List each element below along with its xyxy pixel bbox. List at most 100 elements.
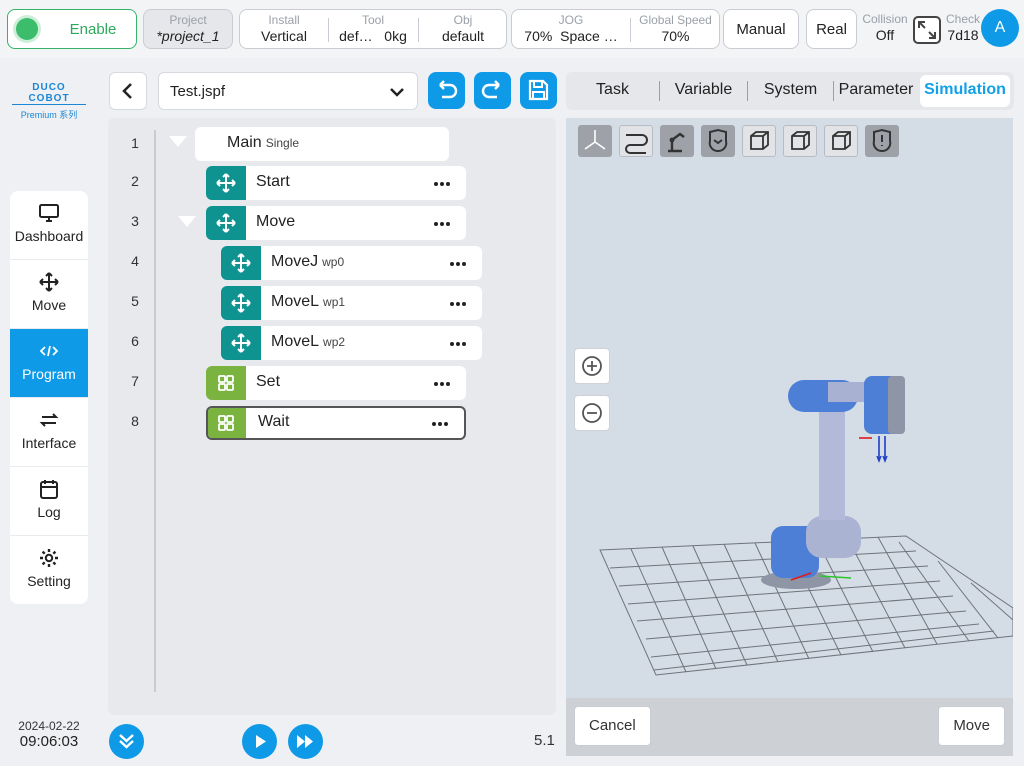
power-status-icon: [16, 18, 38, 40]
brand-name: DUCO COBOT: [12, 82, 86, 105]
move-arrows-icon: [206, 206, 246, 240]
node-start[interactable]: Start: [206, 166, 466, 200]
user-avatar[interactable]: A: [981, 9, 1019, 47]
tab-simulation[interactable]: Simulation: [920, 75, 1010, 107]
checksum-status: Check 7d18: [944, 12, 982, 43]
more-options-icon[interactable]: [448, 342, 466, 346]
main-navigation: Dashboard Move Program Interface Log Set…: [10, 191, 88, 604]
more-options-icon[interactable]: [430, 422, 448, 426]
code-icon: [39, 345, 59, 357]
system-clock: 2024-02-22 09:06:03: [10, 719, 88, 750]
undo-icon: [439, 80, 458, 99]
install-field[interactable]: Install Vertical: [240, 10, 328, 50]
tree-guide-line: [154, 130, 156, 692]
tool-value: def…: [339, 28, 373, 44]
node-set[interactable]: Set: [206, 366, 466, 400]
line-number: 7: [131, 373, 139, 389]
tool-field[interactable]: Tool def… 0kg: [329, 10, 417, 50]
line-number: 6: [131, 333, 139, 349]
node-movej-label: MoveJ: [271, 253, 319, 270]
node-wait[interactable]: Wait: [206, 406, 466, 440]
grid-icon: [208, 408, 246, 438]
nav-setting[interactable]: Setting: [10, 536, 88, 604]
main-node-sub: Single: [265, 136, 300, 150]
more-options-icon[interactable]: [432, 222, 450, 226]
enable-label: Enable: [69, 21, 117, 38]
move-arrows-icon: [221, 286, 261, 320]
move-arrows-icon: [221, 246, 261, 280]
collapse-move-toggle[interactable]: [178, 216, 196, 227]
more-options-icon[interactable]: [448, 302, 466, 306]
node-movej-wp0[interactable]: MoveJ wp0: [221, 246, 482, 280]
obj-label: Obj: [453, 13, 473, 27]
check-value: 7d18: [947, 27, 979, 43]
program-file-select[interactable]: Test.jspf: [158, 72, 418, 110]
brand-series: Premium 系列: [20, 110, 78, 120]
swap-arrows-icon: [39, 413, 59, 427]
node-movel-wp1[interactable]: MoveL wp1: [221, 286, 482, 320]
tab-system[interactable]: System: [748, 72, 833, 110]
move-arrows-icon: [206, 166, 246, 200]
play-button[interactable]: [242, 724, 277, 759]
main-node-label: Main: [227, 134, 262, 151]
global-speed-field[interactable]: Global Speed 70%: [631, 10, 720, 50]
tool-label: Tool: [361, 13, 384, 27]
more-options-icon[interactable]: [432, 382, 450, 386]
more-options-icon[interactable]: [432, 182, 450, 186]
nav-interface[interactable]: Interface: [10, 398, 88, 467]
nav-dashboard[interactable]: Dashboard: [10, 191, 88, 260]
line-number: 5: [131, 293, 139, 309]
fast-forward-button[interactable]: [288, 724, 323, 759]
node-movel-waypoint: wp1: [323, 295, 346, 309]
jog-speed-panel[interactable]: JOG 70% Space … Global Speed 70%: [511, 9, 720, 49]
tab-task[interactable]: Task: [566, 72, 659, 110]
chevron-down-icon: [390, 88, 404, 97]
tab-variable[interactable]: Variable: [660, 72, 747, 110]
nav-move[interactable]: Move: [10, 260, 88, 329]
save-button[interactable]: [520, 72, 557, 109]
undo-button[interactable]: [428, 72, 465, 109]
main-node[interactable]: Main Single: [195, 127, 449, 161]
project-value: *project_1: [156, 28, 220, 44]
tab-parameter[interactable]: Parameter: [834, 72, 918, 110]
collapse-main-toggle[interactable]: [169, 136, 187, 147]
node-start-label: Start: [256, 173, 290, 190]
tool-payload: 0kg: [384, 28, 407, 44]
node-move-label: Move: [256, 213, 296, 230]
simulation-viewport[interactable]: [566, 118, 1013, 698]
nav-program[interactable]: Program: [10, 329, 88, 398]
nav-log[interactable]: Log: [10, 467, 88, 536]
jog-label: JOG: [558, 13, 584, 27]
line-number: 4: [131, 253, 139, 269]
node-move[interactable]: Move: [206, 206, 466, 240]
line-number: 8: [131, 413, 139, 429]
move-button[interactable]: Move: [938, 706, 1005, 746]
collision-status[interactable]: Collision Off: [860, 12, 910, 43]
step-down-button[interactable]: [109, 724, 144, 759]
top-status-bar: Enable Project *project_1 Install Vertic…: [0, 0, 1024, 58]
more-options-icon[interactable]: [448, 262, 466, 266]
manual-mode-button[interactable]: Manual: [723, 9, 799, 49]
chevron-left-icon: [122, 83, 132, 99]
cancel-button[interactable]: Cancel: [574, 706, 651, 746]
expand-icon[interactable]: [913, 16, 941, 44]
node-wait-label: Wait: [258, 413, 290, 430]
install-value: Vertical: [261, 28, 307, 44]
robot-arm-model: [761, 376, 905, 589]
project-selector[interactable]: Project *project_1: [143, 9, 233, 49]
program-file-name: Test.jspf: [170, 83, 226, 100]
enable-button[interactable]: Enable: [7, 9, 137, 49]
fast-forward-icon: [297, 735, 313, 748]
redo-button[interactable]: [474, 72, 511, 109]
brand-logo: DUCO COBOT Premium 系列: [12, 82, 86, 121]
real-mode-button[interactable]: Real: [806, 9, 857, 49]
simulation-footer: Cancel Move: [566, 698, 1013, 756]
jog-value: 70%: [524, 28, 553, 44]
obj-field[interactable]: Obj default: [419, 10, 507, 50]
install-tool-obj-panel[interactable]: Install Vertical Tool def… 0kg Obj defau…: [239, 9, 507, 49]
jog-field[interactable]: JOG 70% Space …: [512, 10, 630, 50]
real-label: Real: [816, 21, 847, 38]
back-button[interactable]: [109, 72, 147, 110]
node-movel-wp2[interactable]: MoveL wp2: [221, 326, 482, 360]
right-panel-tabs: Task Variable System Parameter Simulatio…: [566, 72, 1014, 110]
